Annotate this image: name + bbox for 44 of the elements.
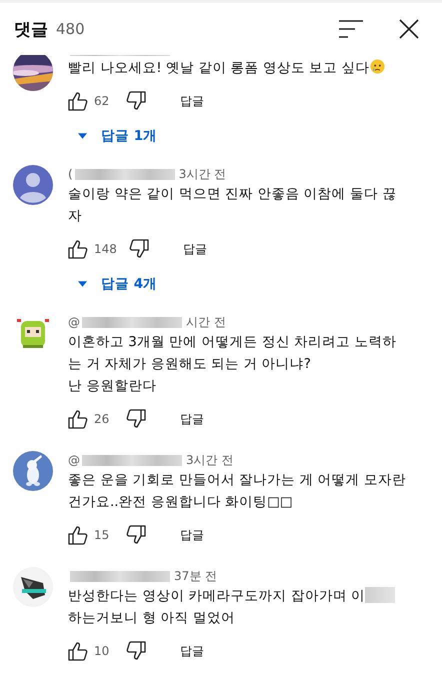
comment-time: 3시간 전 (186, 452, 234, 468)
replies-toggle[interactable]: 답글 1개 (72, 123, 164, 149)
blurred-text (365, 587, 396, 603)
like-count: 26 (94, 412, 110, 426)
dislike-icon[interactable] (128, 239, 149, 259)
like-count: 15 (94, 528, 110, 542)
sort-icon[interactable] (338, 19, 364, 39)
author-name[interactable]: @ (68, 315, 80, 329)
comment-text: 빨리 나오세요! 옛날 같이 롱폼 영상도 보고 싶다 (68, 60, 370, 76)
comment-text: 좋은 운을 기회로 만들어서 잘나가는 게 어떻게 모자란 건가요..완전 응원합니다 화이팅□□ (68, 472, 406, 510)
panel-title: 댓글 (14, 18, 48, 40)
like-icon[interactable] (68, 641, 88, 661)
dislike-icon[interactable] (126, 525, 146, 545)
like-count: 10 (94, 644, 110, 658)
like-icon[interactable] (68, 91, 88, 111)
comment-time: 시간 전 (186, 314, 226, 330)
caret-icon (78, 133, 87, 139)
comment-text: 하는거보니 형 아직 멀었어 (68, 609, 236, 628)
comment-time: 3시간 전 (178, 166, 226, 182)
comment-text: 반성한다는 영상이 카메라구도까지 잡아가며 이 (68, 588, 366, 604)
dislike-icon[interactable] (126, 409, 146, 429)
comment-time: 37분 전 (174, 568, 218, 584)
avatar-icon[interactable] (13, 165, 53, 205)
comment-text: 이혼하고 3개월 만에 어떻게든 정신 차리려고 노력하는 거 자체가 응원해도 되는 거 아니냐? 난 응원할란다 (68, 334, 396, 394)
reply-button[interactable]: 답글 (174, 88, 210, 114)
author-name[interactable]: ( (68, 167, 73, 181)
comment-text: 술이랑 약은 같이 먹으면 진짜 안좋음 이참에 둘다 끊자 (68, 186, 396, 224)
like-count: 62 (94, 94, 110, 108)
reply-button[interactable]: 답글 (176, 236, 213, 262)
like-icon[interactable] (68, 239, 88, 259)
reply-button[interactable]: 답글 (174, 638, 210, 664)
close-icon[interactable] (398, 18, 420, 40)
reply-button[interactable]: 답글 (174, 522, 210, 548)
replies-toggle[interactable]: 답글 4개 (72, 271, 164, 297)
author-name[interactable]: @ (68, 453, 80, 467)
reply-button[interactable]: 답글 (174, 406, 210, 432)
dislike-icon[interactable] (126, 641, 146, 661)
caret-icon (78, 281, 87, 287)
like-count: 148 (94, 242, 117, 256)
comment-count: 480 (56, 20, 85, 38)
crying-face-icon (370, 59, 386, 74)
like-icon[interactable] (68, 525, 88, 545)
like-icon[interactable] (68, 409, 88, 429)
dislike-icon[interactable] (126, 91, 146, 111)
